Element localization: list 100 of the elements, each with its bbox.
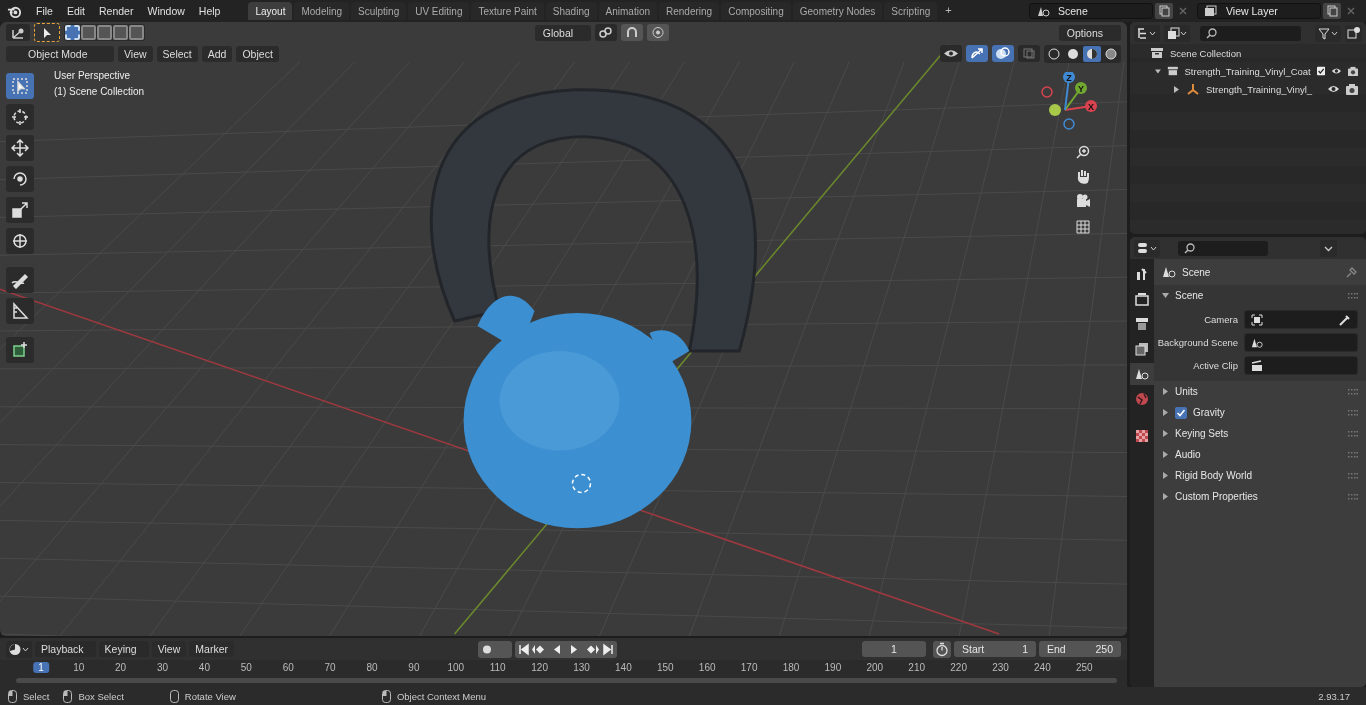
workspace-tab[interactable]: Geometry Nodes: [792, 2, 883, 20]
eye-icon[interactable]: [1327, 84, 1340, 94]
add-cube-tool-icon[interactable]: [6, 337, 34, 363]
menu-item[interactable]: Render: [93, 5, 140, 17]
orientation-dropdown[interactable]: Global: [534, 24, 592, 41]
proportional-edit-icon[interactable]: [647, 24, 670, 41]
workspace-tab[interactable]: Texture Paint: [471, 2, 544, 20]
outliner-item[interactable]: Strength_Training_Vinyl_: [1206, 83, 1321, 95]
disclosure-triangle-icon[interactable]: [1162, 409, 1169, 416]
panel-title[interactable]: Custom Properties: [1175, 491, 1342, 502]
menu-item[interactable]: File: [30, 5, 59, 17]
data-field[interactable]: [1244, 333, 1358, 352]
copy-icon[interactable]: [1323, 3, 1341, 19]
add-workspace-button[interactable]: +: [939, 2, 958, 20]
close-icon[interactable]: [1179, 7, 1187, 15]
workspace-tab[interactable]: Sculpting: [351, 2, 407, 20]
panel-title[interactable]: Units: [1175, 386, 1342, 397]
scene-selector[interactable]: Scene: [1029, 3, 1153, 19]
measure-tool-icon[interactable]: [6, 298, 34, 324]
viewport-menu[interactable]: Add: [201, 45, 233, 62]
disclosure-triangle-icon[interactable]: [1162, 451, 1169, 458]
new-collection-icon[interactable]: [1345, 24, 1362, 42]
list-icon[interactable]: [1134, 24, 1160, 42]
frame-ruler[interactable]: 1 10 20 30 40 50 60 70 80 90 100 110 120 130 140 150 160 170 180 190 200 210 220 230 240 250: [0, 660, 1127, 676]
copy-icon[interactable]: [1155, 3, 1173, 19]
drag-handle-icon[interactable]: [1348, 451, 1358, 458]
disclosure-triangle-icon[interactable]: [1162, 292, 1169, 299]
timeline-menu[interactable]: Keying: [98, 641, 149, 657]
workspace-tab[interactable]: Compositing: [721, 2, 791, 20]
outliner-item[interactable]: Strength_Training_Vinyl_Coat: [1184, 65, 1311, 77]
disclosure-triangle-icon[interactable]: [1173, 85, 1180, 93]
scale-tool-icon[interactable]: [6, 197, 34, 223]
editor-type-icon[interactable]: [1134, 239, 1160, 257]
camera-icon[interactable]: [1346, 83, 1358, 95]
drag-handle-icon[interactable]: [1348, 409, 1358, 416]
disclosure-triangle-icon[interactable]: [1154, 68, 1162, 74]
transform-tool-icon[interactable]: [6, 228, 34, 254]
drag-handle-icon[interactable]: [1348, 292, 1358, 299]
data-field[interactable]: [1244, 356, 1358, 375]
end-frame-field[interactable]: End 250: [1039, 641, 1121, 657]
search-field[interactable]: [1200, 25, 1301, 41]
eye-icon[interactable]: [940, 45, 962, 62]
drag-handle-icon[interactable]: [1348, 430, 1358, 437]
image-stack-icon[interactable]: [1164, 24, 1190, 42]
workspace-tab[interactable]: Rendering: [659, 2, 720, 20]
rendered-shading-icon[interactable]: [1102, 45, 1120, 62]
disclosure-triangle-icon[interactable]: [1162, 472, 1169, 479]
viewport-menu[interactable]: View: [118, 45, 153, 62]
timeline-menu[interactable]: Playback: [35, 641, 96, 657]
stopwatch-icon[interactable]: [933, 640, 951, 658]
drag-handle-icon[interactable]: [1348, 388, 1358, 395]
drag-handle-icon[interactable]: [1348, 472, 1358, 479]
view-layer-selector[interactable]: View Layer: [1197, 3, 1321, 19]
rotate-tool-icon[interactable]: [6, 166, 34, 192]
viewport-menu[interactable]: Select: [156, 45, 198, 62]
workspace-tab[interactable]: Scripting: [884, 2, 938, 20]
wireframe-shading-icon[interactable]: [1045, 45, 1063, 62]
set-selection-icon[interactable]: [65, 25, 80, 40]
magnet-icon[interactable]: [621, 24, 644, 41]
search-field[interactable]: [1178, 240, 1268, 256]
clock-icon[interactable]: [6, 640, 32, 658]
select-tool-icon[interactable]: [6, 73, 34, 99]
pin-icon[interactable]: [1346, 266, 1358, 278]
mode-dropdown[interactable]: Object Mode: [6, 45, 114, 62]
panel-title[interactable]: Keying Sets: [1175, 428, 1342, 439]
drag-handle-icon[interactable]: [1348, 493, 1358, 500]
workspace-tab[interactable]: Layout: [248, 2, 293, 20]
viewport-menu[interactable]: Object: [236, 45, 279, 62]
grid-icon[interactable]: [1074, 218, 1092, 236]
record-icon[interactable]: [478, 640, 513, 658]
hand-icon[interactable]: [1075, 168, 1091, 184]
menu-item[interactable]: Help: [192, 5, 227, 17]
material-shading-icon[interactable]: [1083, 45, 1101, 62]
options-dropdown[interactable]: Options: [1058, 24, 1121, 41]
link-icon[interactable]: [595, 24, 618, 41]
chevron-down-icon[interactable]: [1320, 239, 1337, 257]
panel-title[interactable]: Rigid Body World: [1175, 470, 1342, 481]
gizmo-toggle-icon[interactable]: [966, 45, 988, 62]
disclosure-triangle-icon[interactable]: [1162, 430, 1169, 437]
workspace-tab[interactable]: Animation: [598, 2, 657, 20]
filter-icon[interactable]: [1315, 24, 1341, 42]
close-icon[interactable]: [1347, 7, 1355, 15]
panel-title[interactable]: Gravity: [1193, 407, 1342, 418]
workspace-tab[interactable]: UV Editing: [408, 2, 470, 20]
panel-title[interactable]: Audio: [1175, 449, 1342, 460]
zoom-icon[interactable]: [1075, 144, 1091, 160]
annotate-tool-icon[interactable]: [6, 267, 34, 293]
eye-icon[interactable]: [1331, 66, 1342, 76]
menu-item[interactable]: Edit: [60, 5, 91, 17]
editor-type-button[interactable]: [6, 24, 30, 41]
eyedropper-icon[interactable]: [1339, 313, 1351, 326]
disclosure-triangle-icon[interactable]: [1162, 493, 1169, 500]
overlay-toggle-icon[interactable]: [992, 45, 1014, 62]
outliner-item[interactable]: Scene Collection: [1170, 47, 1242, 59]
current-frame-field[interactable]: 1: [862, 641, 926, 657]
move-tool-icon[interactable]: [6, 135, 34, 161]
camera-icon[interactable]: [1074, 192, 1092, 210]
playback-controls-icon[interactable]: [515, 640, 618, 658]
menu-item[interactable]: Window: [141, 5, 191, 17]
select-tool-button[interactable]: [34, 23, 60, 42]
